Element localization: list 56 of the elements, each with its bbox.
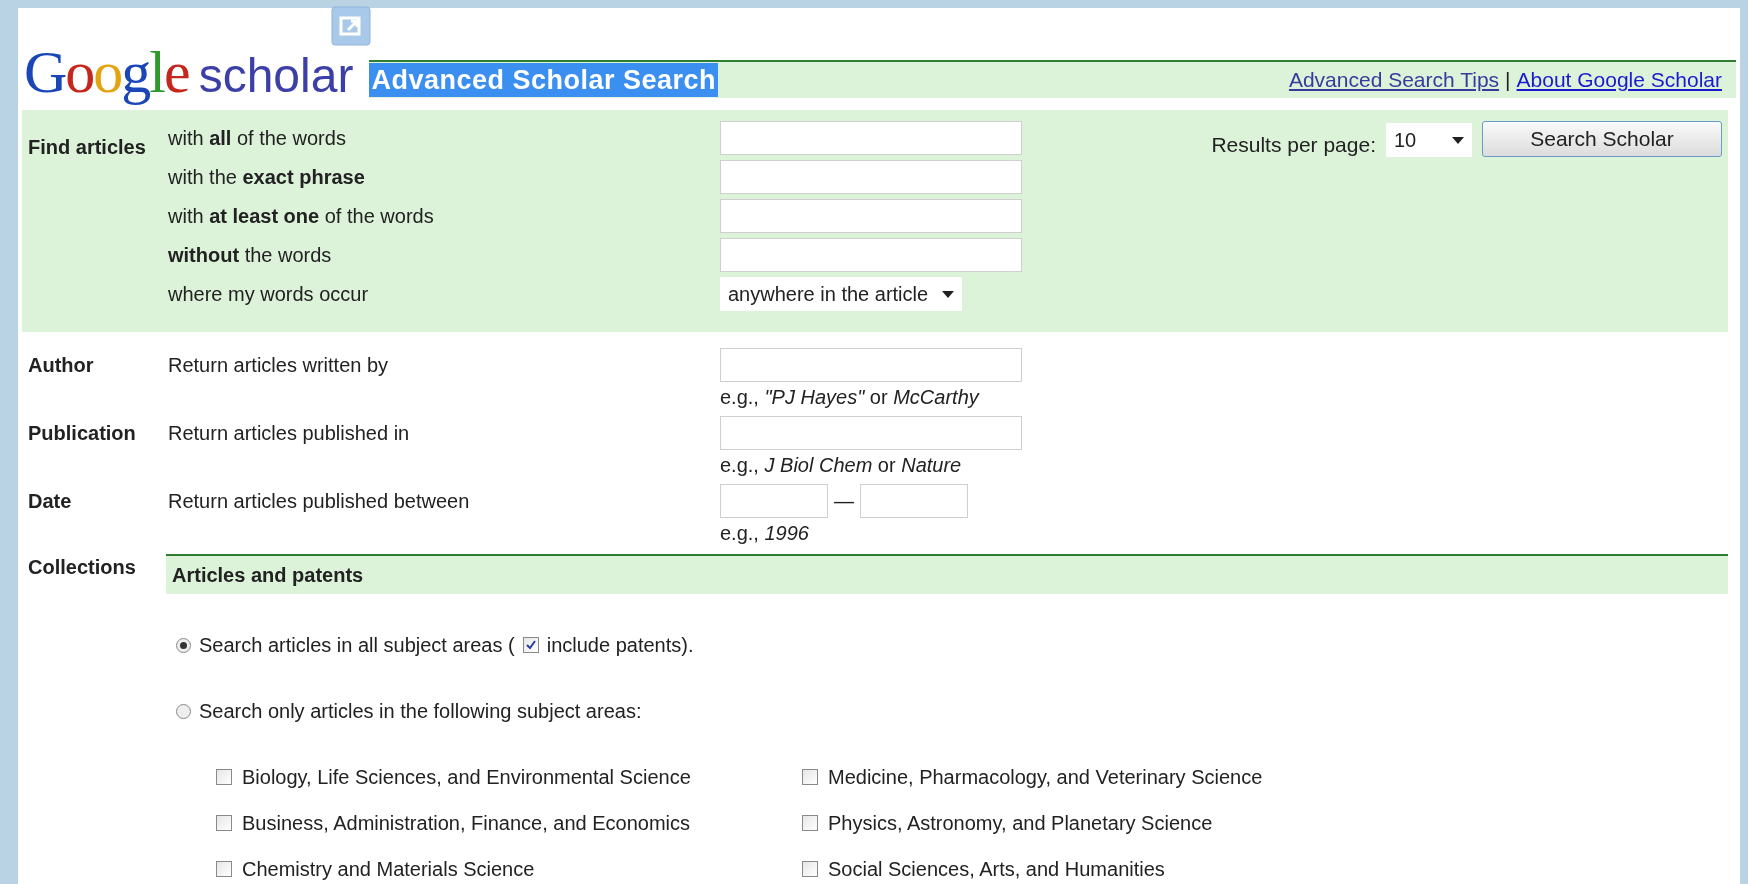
field-label: Return articles published between bbox=[168, 489, 471, 514]
field-label: with all of the words bbox=[168, 126, 347, 152]
page-title: Advanced Scholar Search bbox=[369, 63, 719, 98]
results-dropdown[interactable]: 10 bbox=[1386, 123, 1472, 158]
text-field[interactable] bbox=[720, 348, 1022, 382]
subject-label: Physics, Astronomy, and Planetary Science bbox=[828, 811, 1213, 836]
header-link[interactable]: About Google Scholar bbox=[1516, 64, 1722, 96]
subject-label: Chemistry and Materials Science bbox=[242, 857, 535, 882]
range-separator: — bbox=[834, 489, 854, 514]
field-label: Return articles written by bbox=[168, 353, 390, 378]
radio-label: Search only articles in the following subject areas: bbox=[199, 699, 642, 724]
search-button[interactable]: Search Scholar bbox=[1482, 121, 1722, 158]
checkbox[interactable] bbox=[802, 815, 818, 831]
header-link[interactable]: Advanced Search Tips bbox=[1288, 64, 1500, 96]
radio-button[interactable] bbox=[176, 637, 191, 653]
field-label: with at least one of the words bbox=[168, 204, 435, 230]
text-field[interactable] bbox=[720, 484, 828, 518]
checkbox[interactable] bbox=[216, 815, 232, 831]
checkbox[interactable] bbox=[802, 861, 818, 877]
field-label: without the words bbox=[168, 243, 333, 269]
field-label: where my words occur bbox=[168, 282, 370, 308]
example-hint: e.g., J Biol Chem or Nature bbox=[720, 453, 963, 478]
field-heading: Author bbox=[28, 353, 95, 378]
checkbox[interactable] bbox=[216, 769, 232, 785]
example-hint: e.g., 1996 bbox=[720, 521, 810, 546]
example-hint: e.g., "PJ Hayes" or McCarthy bbox=[720, 385, 981, 410]
text-field[interactable] bbox=[860, 484, 968, 518]
checkbox[interactable] bbox=[802, 769, 818, 785]
results-label: Results per page: bbox=[1211, 132, 1376, 159]
logo: Google scholar bbox=[24, 42, 354, 103]
caret-icon bbox=[942, 290, 955, 298]
text-field[interactable] bbox=[720, 416, 1022, 450]
field-label: with the exact phrase bbox=[168, 165, 366, 191]
checkbox[interactable] bbox=[522, 637, 539, 653]
caret-icon bbox=[1452, 136, 1464, 144]
radio-label: Search articles in all subject areas ( bbox=[199, 633, 515, 658]
expand-icon[interactable] bbox=[331, 6, 372, 47]
dropdown[interactable]: anywhere in the article bbox=[720, 277, 963, 312]
collections-heading: Collections bbox=[28, 555, 137, 580]
subject-label: Biology, Life Sciences, and Environmental Science bbox=[242, 765, 691, 790]
section-title: Articles and patents bbox=[172, 563, 364, 588]
field-label: Return articles published in bbox=[168, 421, 411, 446]
text-field[interactable] bbox=[720, 121, 1022, 156]
radio-button[interactable] bbox=[176, 703, 191, 719]
link-separator: | bbox=[1505, 67, 1511, 94]
find-heading: Find articles bbox=[28, 135, 147, 161]
text-field[interactable] bbox=[720, 199, 1022, 234]
text-field[interactable] bbox=[720, 160, 1022, 195]
subject-label: Business, Administration, Finance, and Economics bbox=[242, 811, 690, 836]
checkbox[interactable] bbox=[216, 861, 232, 877]
field-heading: Date bbox=[28, 489, 73, 514]
subject-label: Social Sciences, Arts, and Humanities bbox=[828, 857, 1165, 882]
checkbox-label: include patents). bbox=[546, 633, 694, 658]
text-field[interactable] bbox=[720, 238, 1022, 273]
subject-label: Medicine, Pharmacology, and Veterinary Science bbox=[828, 765, 1263, 790]
field-heading: Publication bbox=[28, 421, 137, 446]
